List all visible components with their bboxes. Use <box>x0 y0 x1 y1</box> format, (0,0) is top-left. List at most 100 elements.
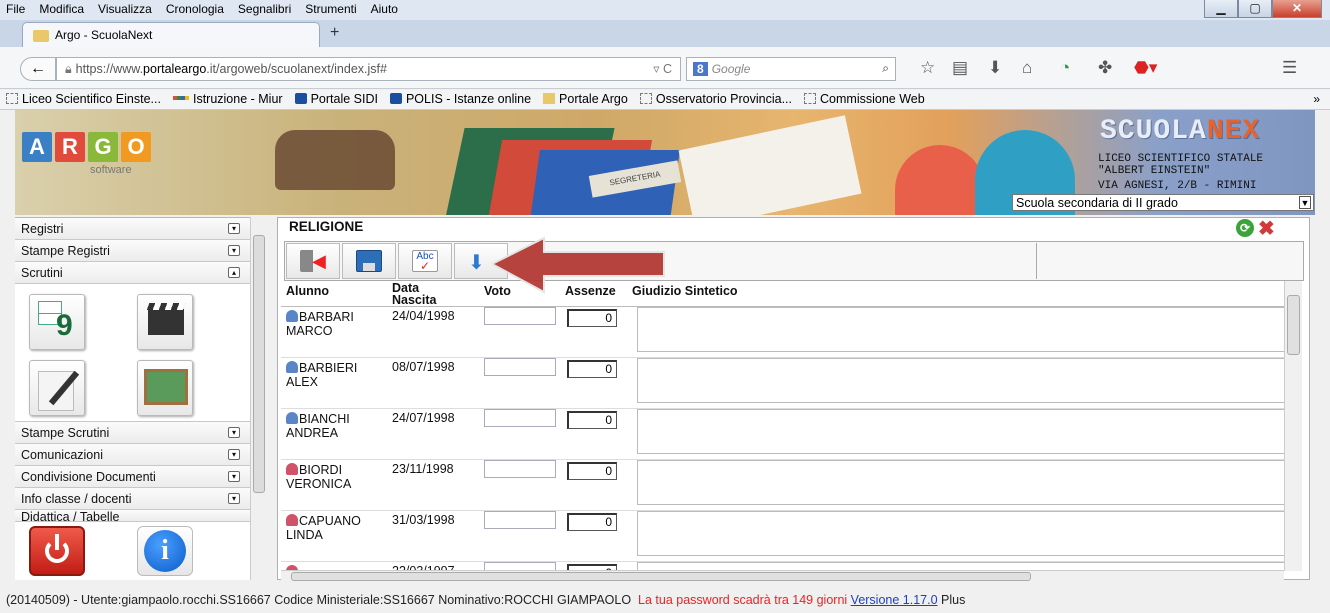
assenze-input[interactable]: 0 <box>567 513 617 531</box>
voto-input[interactable] <box>484 307 556 325</box>
voti-grid-icon[interactable]: 9 <box>29 294 85 350</box>
assenze-input[interactable]: 0 <box>567 309 617 327</box>
expand-icon[interactable]: ▾ <box>228 449 240 460</box>
giudizio-textarea[interactable] <box>637 460 1285 505</box>
sidebar-item-stampe-scrutini[interactable]: Stampe Scrutini ▾ <box>15 422 250 444</box>
giudizio-textarea[interactable] <box>637 409 1285 454</box>
bookmark-polis[interactable]: POLIS - Istanze online <box>384 90 537 108</box>
user-icon <box>286 412 298 424</box>
search-icon[interactable]: ⌕ <box>882 61 889 76</box>
logo-letter: G <box>88 132 118 162</box>
reading-list-icon[interactable]: ▤ <box>952 58 968 78</box>
minimize-button[interactable]: ▁ <box>1204 0 1238 18</box>
back-button[interactable]: ← <box>20 57 56 81</box>
status-user-info: (20140509) - Utente:giampaolo.rocchi.SS1… <box>6 593 632 607</box>
expand-icon[interactable]: ▾ <box>228 471 240 482</box>
maximize-button[interactable]: ▢ <box>1238 0 1272 18</box>
giudizio-textarea[interactable] <box>637 511 1285 556</box>
status-bar: (20140509) - Utente:giampaolo.rocchi.SS1… <box>0 590 1330 613</box>
expand-icon[interactable]: ▾ <box>228 427 240 438</box>
bookmark-osservatorio[interactable]: Osservatorio Provincia... <box>634 90 798 108</box>
sidebar-item-scrutini[interactable]: Scrutini ▴ <box>15 262 250 284</box>
voto-input[interactable] <box>484 460 556 478</box>
save-button[interactable] <box>342 243 396 279</box>
url-host: portaleargo <box>143 62 207 76</box>
expand-icon[interactable]: ▾ <box>228 493 240 504</box>
chevron-down-icon[interactable]: ▼ <box>1299 196 1311 209</box>
menu-visualizza[interactable]: Visualizza <box>91 0 159 16</box>
search-bar[interactable]: 8 Google ⌕ <box>686 57 896 81</box>
bookmark-argo[interactable]: Portale Argo <box>537 90 634 108</box>
bookmark-liceo[interactable]: Liceo Scientifico Einste... <box>0 90 167 108</box>
star-icon[interactable]: ☆ <box>920 58 935 78</box>
version-link[interactable]: Versione 1.17.0 <box>851 593 938 607</box>
column-header-alunno[interactable]: Alunno <box>286 284 329 298</box>
browser-tab[interactable]: Argo - ScuolaNext <box>22 22 320 47</box>
sidebar-item-didattica[interactable]: Didattica / Tabelle <box>15 510 250 522</box>
giudizio-textarea[interactable] <box>637 307 1285 352</box>
sidebar-item-condivisione-documenti[interactable]: Condivisione Documenti ▾ <box>15 466 250 488</box>
menu-file[interactable]: File <box>0 0 32 16</box>
search-engine-icon[interactable]: 8 <box>693 62 708 76</box>
voto-input[interactable] <box>484 358 556 376</box>
bookmark-sidi[interactable]: Portale SIDI <box>289 90 384 108</box>
bookmark-commissione[interactable]: Commissione Web <box>798 90 931 108</box>
new-tab-button[interactable]: + <box>330 24 339 42</box>
expand-icon[interactable]: ▾ <box>228 245 240 256</box>
student-surname: BIORDI <box>299 463 343 477</box>
assenze-input[interactable]: 0 <box>567 462 617 480</box>
menu-segnalibri[interactable]: Segnalibri <box>231 0 298 16</box>
info-icon[interactable]: i <box>137 526 193 576</box>
scrollbar-thumb[interactable] <box>1287 295 1300 355</box>
url-dropdown-reload-icon[interactable]: ▿ C <box>653 61 672 76</box>
exit-button[interactable]: ◀ <box>286 243 340 279</box>
giudizio-textarea[interactable] <box>637 358 1285 403</box>
sync-icon[interactable]: ◔ <box>1060 58 1070 78</box>
voto-input[interactable] <box>484 511 556 529</box>
extension-icon[interactable]: ✤ <box>1098 58 1112 78</box>
column-header-giudizio[interactable]: Giudizio Sintetico <box>632 284 738 298</box>
close-window-button[interactable]: ✕ <box>1272 0 1322 18</box>
sidebar-item-stampe-registri[interactable]: Stampe Registri ▾ <box>15 240 250 262</box>
menu-hamburger-icon[interactable]: ☰ <box>1282 58 1297 78</box>
sidebar-item-comunicazioni[interactable]: Comunicazioni ▾ <box>15 444 250 466</box>
refresh-icon[interactable]: ⟳ <box>1236 219 1254 237</box>
menu-modifica[interactable]: Modifica <box>32 0 91 16</box>
clapperboard-icon[interactable] <box>137 294 193 350</box>
url-bar[interactable]: 🔒︎ https://www.portaleargo.it/argoweb/scu… <box>56 57 681 81</box>
spellcheck-button[interactable]: Abc ✓ <box>398 243 452 279</box>
sidebar-scrollbar[interactable] <box>250 217 267 580</box>
scrollbar-thumb[interactable] <box>291 572 1031 581</box>
column-header-voto[interactable]: Voto <box>484 284 511 298</box>
adblock-icon[interactable]: ⬣▾ <box>1134 58 1157 78</box>
column-header-assenze[interactable]: Assenze <box>565 284 616 298</box>
sidebar-item-registri[interactable]: Registri ▾ <box>15 218 250 240</box>
scrollbar-thumb[interactable] <box>253 235 265 493</box>
student-surname: BARBARI <box>299 310 354 324</box>
column-header-data-nascita[interactable]: Data Nascita <box>392 282 452 307</box>
menu-cronologia[interactable]: Cronologia <box>159 0 231 16</box>
birth-date: 23/11/1998 <box>392 462 454 476</box>
table-horizontal-scrollbar[interactable] <box>281 570 1284 582</box>
close-icon[interactable]: ✖ <box>1258 216 1275 241</box>
download-icon[interactable]: ⬇ <box>988 58 1002 78</box>
student-surname: BARBIERI <box>299 361 358 375</box>
blackboard-icon[interactable] <box>137 360 193 416</box>
sidebar-item-info-classe[interactable]: Info classe / docenti ▾ <box>15 488 250 510</box>
voto-input[interactable] <box>484 409 556 427</box>
collapse-icon[interactable]: ▴ <box>228 267 240 278</box>
home-icon[interactable]: ⌂ <box>1022 58 1032 78</box>
logout-power-icon[interactable] <box>29 526 85 576</box>
bookmarks-overflow-icon[interactable]: » <box>1313 92 1320 106</box>
edit-pencil-icon[interactable] <box>29 360 85 416</box>
assenze-input[interactable]: 0 <box>567 411 617 429</box>
menu-aiuto[interactable]: Aiuto <box>364 0 405 16</box>
menu-strumenti[interactable]: Strumenti <box>298 0 363 16</box>
bookmark-miur[interactable]: Istruzione - Miur <box>167 90 289 108</box>
expand-icon[interactable]: ▾ <box>228 223 240 234</box>
school-level-select[interactable]: Scuola secondaria di II grado ▼ <box>1012 194 1314 211</box>
assenze-input[interactable]: 0 <box>567 360 617 378</box>
argo-logo: A R G O <box>22 132 154 162</box>
window-controls: ▁ ▢ ✕ <box>1204 0 1322 20</box>
table-vertical-scrollbar[interactable] <box>1284 281 1302 571</box>
